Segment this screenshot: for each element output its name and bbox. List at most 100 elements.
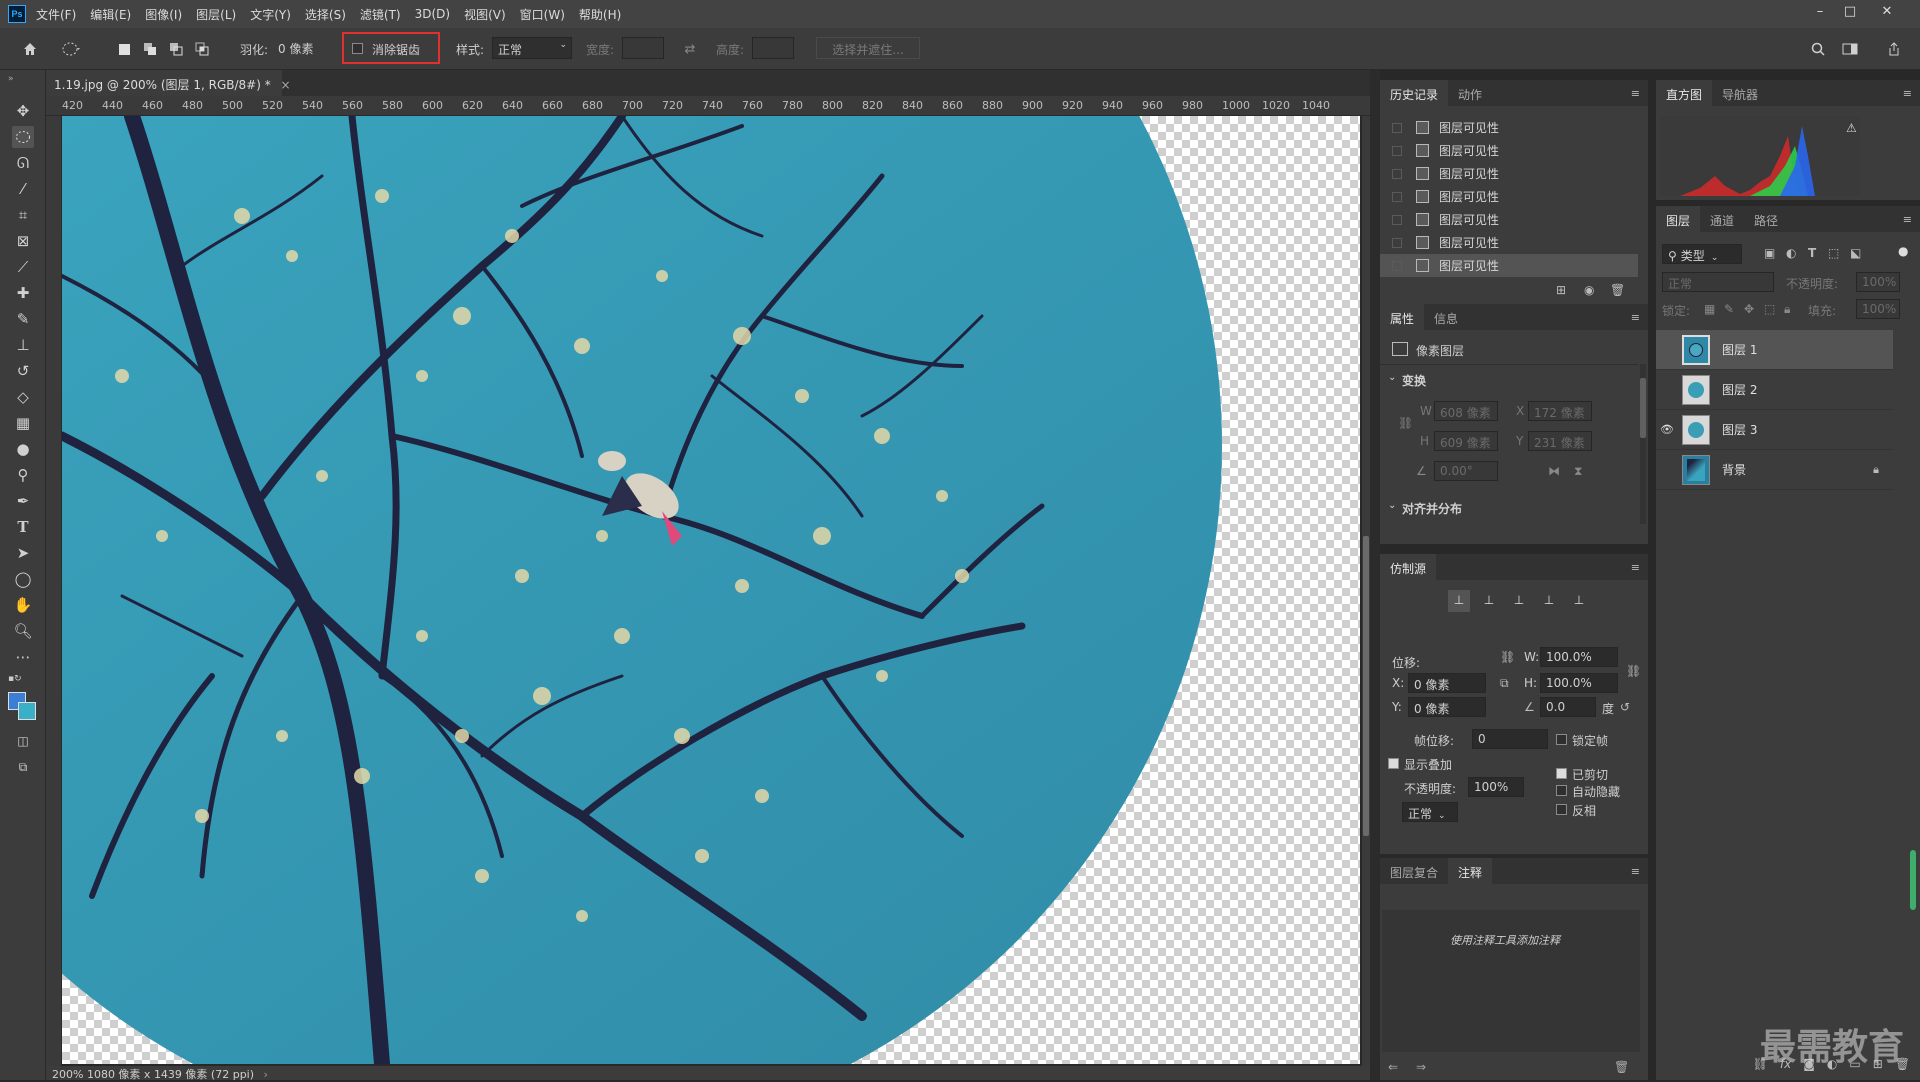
transform-y-input[interactable]: 231 像素 [1528,431,1592,451]
quick-mask-icon[interactable]: ◫ [12,730,34,752]
layer-row[interactable]: 背景 🔒︎ [1656,450,1893,490]
clone-source-1-icon[interactable]: ⊥ [1448,590,1470,612]
next-note-icon[interactable]: ⇒ [1416,1060,1426,1074]
fill-input[interactable]: 100% [1856,299,1900,319]
lock-artboard-icon[interactable]: ⬚ [1764,302,1775,316]
frame-tool-icon[interactable]: ⊠ [12,230,34,252]
eraser-tool-icon[interactable]: ◇ [12,386,34,408]
history-item[interactable]: 图层可见性 [1380,162,1638,185]
lock-all-icon[interactable]: 🔒︎ [1784,302,1790,317]
history-item[interactable]: 图层可见性 [1380,139,1638,162]
share-icon[interactable] [1884,39,1904,59]
intersect-selection-icon[interactable] [192,39,212,59]
blur-tool-icon[interactable]: ● [12,438,34,460]
zoom-tool-icon[interactable]: 🔍︎ [12,620,34,642]
history-item[interactable]: 图层可见性 [1380,254,1638,277]
select-and-mask-button[interactable]: 选择并遮住... [816,37,920,59]
more-tools-icon[interactable]: ⋯ [12,646,34,668]
lock-frame-checkbox[interactable] [1556,734,1567,745]
invert-checkbox[interactable] [1556,804,1567,815]
eyedropper-tool-icon[interactable]: ⟋ [12,256,34,278]
lock-image-icon[interactable]: ✎ [1724,302,1734,316]
visibility-toggle[interactable] [1656,370,1678,410]
move-tool-icon[interactable]: ✥ [12,100,34,122]
canvas-area[interactable] [62,116,1362,1066]
blend-mode-select[interactable]: 正常 [1662,272,1774,292]
elliptical-marquee-tool-icon[interactable] [12,126,34,148]
previous-note-icon[interactable]: ⇐ [1388,1060,1398,1074]
lock-position-icon[interactable]: ✥ [1744,302,1754,316]
lock-transparent-icon[interactable]: ▦ [1704,302,1715,316]
screen-mode-icon[interactable]: ⧉ [12,756,34,778]
menu-view[interactable]: 视图(V) [464,6,506,23]
new-selection-icon[interactable] [114,39,134,59]
filter-type-icon[interactable]: T [1808,246,1816,260]
visibility-toggle[interactable] [1656,330,1678,370]
home-icon[interactable] [20,39,40,59]
tab-navigator[interactable]: 导航器 [1712,80,1768,106]
overlay-blend-select[interactable]: 正常 ⌄ [1402,802,1458,822]
search-icon[interactable] [1808,39,1828,59]
gradient-tool-icon[interactable]: ▦ [12,412,34,434]
layer-opacity-input[interactable]: 100% [1856,272,1900,292]
clone-height-input[interactable]: 100.0% [1540,673,1618,693]
eye-icon[interactable]: 👁︎ [1656,410,1678,450]
tab-histogram[interactable]: 直方图 [1656,80,1713,106]
layer-row[interactable]: 图层 1 [1656,330,1893,370]
history-item[interactable]: 图层可见性 [1380,185,1638,208]
clone-angle-input[interactable]: 0.0 [1540,697,1596,717]
document-tab[interactable]: 1.19.jpg @ 200% (图层 1, RGB/8#) * × [40,70,291,96]
overlay-opacity-input[interactable]: 100% [1468,777,1524,797]
tab-paths[interactable]: 路径 [1744,206,1788,232]
panel-menu-icon[interactable]: ≡ [1631,561,1640,574]
layer-row[interactable]: 👁︎ 图层 3 [1656,410,1893,450]
clone-x-input[interactable]: 0 像素 [1408,673,1486,693]
menu-window[interactable]: 窗口(W) [520,6,565,23]
document-canvas[interactable] [62,116,1360,1064]
close-tab-icon[interactable]: × [281,78,291,92]
transform-angle-input[interactable]: 0.00° [1434,461,1498,481]
frame-offset-input[interactable]: 0 [1472,729,1548,749]
history-checkbox[interactable] [1392,260,1402,271]
history-brush-tool-icon[interactable]: ↺ [12,360,34,382]
transform-width-input[interactable]: 608 像素 [1434,401,1498,421]
magic-wand-tool-icon[interactable]: ⁄ [12,178,34,200]
chevron-down-icon[interactable]: ⌄ [1388,500,1396,511]
pen-tool-icon[interactable]: ✒ [12,490,34,512]
minimize-icon[interactable]: – [1805,0,1835,22]
feather-input[interactable]: 0 像素 [273,37,333,59]
filter-adjustment-icon[interactable]: ◐ [1786,246,1796,260]
clone-source-4-icon[interactable]: ⊥ [1538,590,1560,612]
status-chevron-icon[interactable]: › [264,1068,268,1081]
layer-row[interactable]: 图层 2 [1656,370,1893,410]
auto-hide-checkbox[interactable] [1556,785,1567,796]
clone-y-input[interactable]: 0 像素 [1408,697,1486,717]
tab-history[interactable]: 历史记录 [1380,80,1449,106]
tab-clone-source[interactable]: 仿制源 [1380,554,1437,580]
menu-type[interactable]: 文字(Y) [250,6,291,23]
flip-vertical-icon[interactable]: ⧗ [1574,464,1582,479]
add-to-selection-icon[interactable] [140,39,160,59]
height-input[interactable] [752,37,794,59]
menu-3d[interactable]: 3D(D) [415,7,450,21]
hand-tool-icon[interactable]: ✋ [12,594,34,616]
history-item[interactable]: 图层可见性 [1380,231,1638,254]
transform-x-input[interactable]: 172 像素 [1528,401,1592,421]
menu-filter[interactable]: 滤镜(T) [360,6,401,23]
panel-menu-icon[interactable]: ≡ [1631,311,1640,324]
link-icon[interactable]: ⛓ [1398,416,1413,430]
chevron-down-icon[interactable]: ⌄ [1388,372,1396,383]
width-input[interactable] [622,37,664,59]
tab-properties[interactable]: 属性 [1380,304,1425,330]
antialias-checkbox[interactable] [352,43,363,54]
vertical-scrollbar[interactable] [1362,116,1370,1066]
flip-horizontal-icon[interactable]: ⧓ [1548,464,1560,478]
chain-icon[interactable]: ⧉ [1500,676,1509,691]
menu-image[interactable]: 图像(I) [145,6,182,23]
style-select[interactable]: 正常 ⌄ [492,37,572,59]
link-wh-icon[interactable]: ⛓ [1626,664,1641,678]
menu-select[interactable]: 选择(S) [305,6,346,23]
history-checkbox[interactable] [1392,237,1402,248]
filter-shape-icon[interactable]: ⬚ [1828,246,1839,260]
new-document-from-state-icon[interactable]: ⊞ [1556,283,1566,297]
